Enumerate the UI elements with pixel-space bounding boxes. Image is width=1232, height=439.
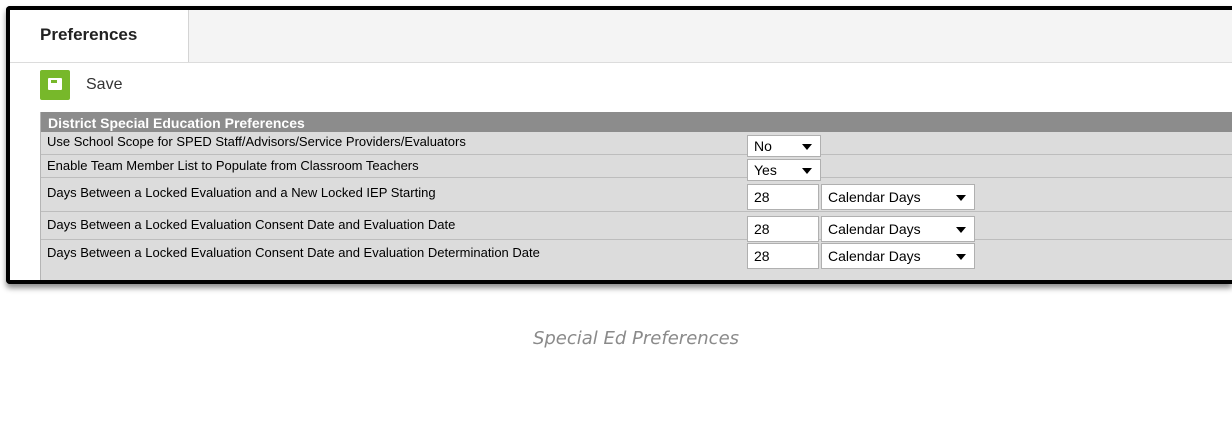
preference-label: Days Between a Locked Evaluation and a N… <box>47 185 436 200</box>
preference-row: Days Between a Locked Evaluation Consent… <box>41 212 1232 242</box>
days-evaluation-determination-unit-select[interactable]: Calendar Days <box>821 243 975 269</box>
select-value: Yes <box>754 162 777 178</box>
screenshot-frame: Preferences Save District Special Educat… <box>6 6 1232 284</box>
select-value: No <box>754 138 772 154</box>
days-evaluation-date-input[interactable]: 28 <box>747 216 819 242</box>
days-evaluation-date-unit-select[interactable]: Calendar Days <box>821 216 975 242</box>
input-value: 28 <box>754 221 770 237</box>
preference-row: Days Between a Locked Evaluation Consent… <box>41 240 1232 270</box>
figure-caption: Special Ed Preferences <box>532 328 740 349</box>
chevron-down-icon <box>956 254 966 260</box>
tab-preferences[interactable]: Preferences <box>10 10 189 62</box>
tab-preferences-label: Preferences <box>40 25 138 44</box>
preference-label: Days Between a Locked Evaluation Consent… <box>47 217 456 232</box>
select-value: Calendar Days <box>828 189 921 205</box>
preference-label: Days Between a Locked Evaluation Consent… <box>47 245 540 260</box>
select-value: Calendar Days <box>828 248 921 264</box>
preference-row: Use School Scope for SPED Staff/Advisors… <box>41 132 1232 157</box>
input-value: 28 <box>754 248 770 264</box>
preference-label: Enable Team Member List to Populate from… <box>47 158 419 173</box>
select-value: Calendar Days <box>828 221 921 237</box>
chevron-down-icon <box>956 227 966 233</box>
district-special-education-preferences-panel: District Special Education Preferences U… <box>40 112 1232 280</box>
chevron-down-icon <box>802 168 812 174</box>
chevron-down-icon <box>956 195 966 201</box>
preference-row: Days Between a Locked Evaluation and a N… <box>41 178 1232 212</box>
save-icon <box>40 70 70 100</box>
preference-label: Use School Scope for SPED Staff/Advisors… <box>47 134 466 149</box>
panel-title: District Special Education Preferences <box>41 112 1232 132</box>
days-new-iep-input[interactable]: 28 <box>747 184 819 210</box>
days-new-iep-unit-select[interactable]: Calendar Days <box>821 184 975 210</box>
school-scope-select[interactable]: No <box>747 135 821 157</box>
days-evaluation-determination-input[interactable]: 28 <box>747 243 819 269</box>
chevron-down-icon <box>802 144 812 150</box>
save-label: Save <box>86 76 123 93</box>
save-button[interactable]: Save <box>40 68 122 102</box>
tab-bar: Preferences <box>10 10 1232 63</box>
input-value: 28 <box>754 189 770 205</box>
preference-row: Enable Team Member List to Populate from… <box>41 155 1232 181</box>
